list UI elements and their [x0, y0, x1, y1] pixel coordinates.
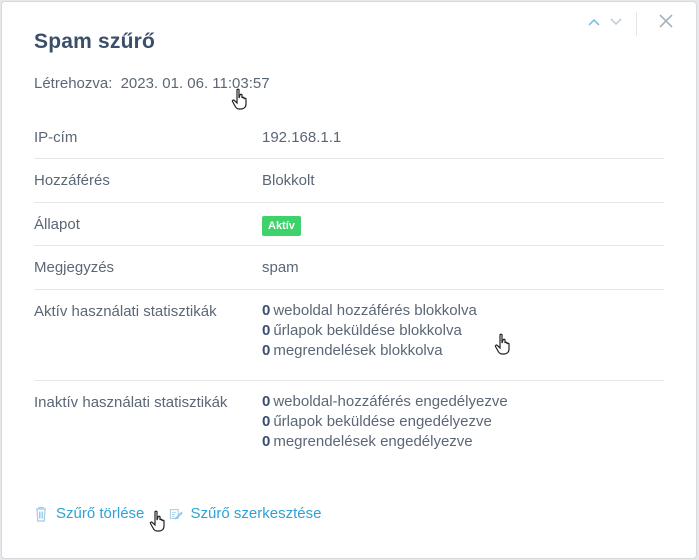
detail-label: Hozzáférés: [34, 172, 110, 189]
nav-divider: [636, 12, 637, 36]
detail-row-access: Hozzáférés Blokkolt: [34, 159, 664, 203]
stat-count: 0: [262, 322, 271, 339]
stat-text: weboldal hozzáférés blokkolva: [273, 302, 477, 319]
stat-text: űrlapok beküldése engedélyezve: [273, 413, 492, 430]
detail-label: Állapot: [34, 216, 80, 233]
stat-count: 0: [262, 302, 271, 319]
delete-filter-label: Szűrő törlése: [56, 505, 145, 522]
detail-row-note: Megjegyzés spam: [34, 246, 664, 290]
created-value: 2023. 01. 06. 11:03:57: [120, 75, 270, 92]
detail-label: Aktív használati statisztikák: [34, 303, 217, 320]
inactive-stats-list: 0 weboldal-hozzáférés engedélyezve 0 űrlap…: [262, 381, 664, 472]
modal-actions: Szűrő törlése Szűrő szerkesztése: [34, 505, 321, 526]
created-label: Létrehozva:: [34, 75, 113, 92]
edit-filter-label: Szűrő szerkesztése: [190, 505, 322, 522]
detail-label: IP-cím: [34, 129, 78, 146]
detail-row-inactive-stats: Inaktív használati statisztikák 0 webolda…: [34, 381, 664, 472]
stat-count: 0: [262, 342, 271, 359]
detail-row-ip: IP-cím 192.168.1.1: [34, 116, 664, 159]
stat-text: megrendelések blokkolva: [273, 342, 443, 359]
modal-title: Spam szűrő: [34, 30, 156, 53]
stat-item: 0 megrendelések engedélyezve: [262, 430, 664, 454]
close-icon[interactable]: [654, 10, 678, 34]
detail-value: Aktív: [262, 203, 664, 245]
edit-filter-button[interactable]: Szűrő szerkesztése: [169, 505, 322, 522]
chevron-up-icon[interactable]: [586, 12, 602, 32]
detail-row-active-stats: Aktív használati statisztikák 0 weboldal …: [34, 290, 664, 381]
stat-item: 0 megrendelések blokkolva: [262, 339, 664, 363]
details-table: IP-cím 192.168.1.1 Hozzáférés Blokkolt Á…: [34, 116, 664, 472]
spam-filter-modal: Spam szűrő Létrehozva: 2023. 01. 06. 11:…: [1, 1, 697, 559]
edit-icon: [169, 508, 183, 519]
trash-icon: [36, 506, 46, 522]
created-timestamp: Létrehozva: 2023. 01. 06. 11:03:57: [34, 75, 270, 92]
stat-count: 0: [262, 393, 271, 410]
stat-text: megrendelések engedélyezve: [273, 433, 473, 450]
stat-count: 0: [262, 433, 271, 450]
detail-row-status: Állapot Aktív: [34, 203, 664, 246]
detail-label: Inaktív használati statisztikák: [34, 394, 228, 411]
detail-value: spam: [262, 259, 299, 276]
stat-text: weboldal-hozzáférés engedélyezve: [273, 393, 508, 410]
detail-value: 192.168.1.1: [262, 129, 342, 146]
detail-label: Megjegyzés: [34, 259, 115, 276]
delete-filter-button[interactable]: Szűrő törlése: [34, 505, 144, 522]
active-stats-list: 0 weboldal hozzáférés blokkolva 0 űrlapok …: [262, 290, 664, 380]
stat-count: 0: [262, 413, 271, 430]
detail-value: Blokkolt: [262, 172, 315, 189]
stat-text: űrlapok beküldése blokkolva: [273, 322, 462, 339]
chevron-down-icon[interactable]: [608, 12, 624, 32]
status-badge: Aktív: [262, 216, 301, 236]
